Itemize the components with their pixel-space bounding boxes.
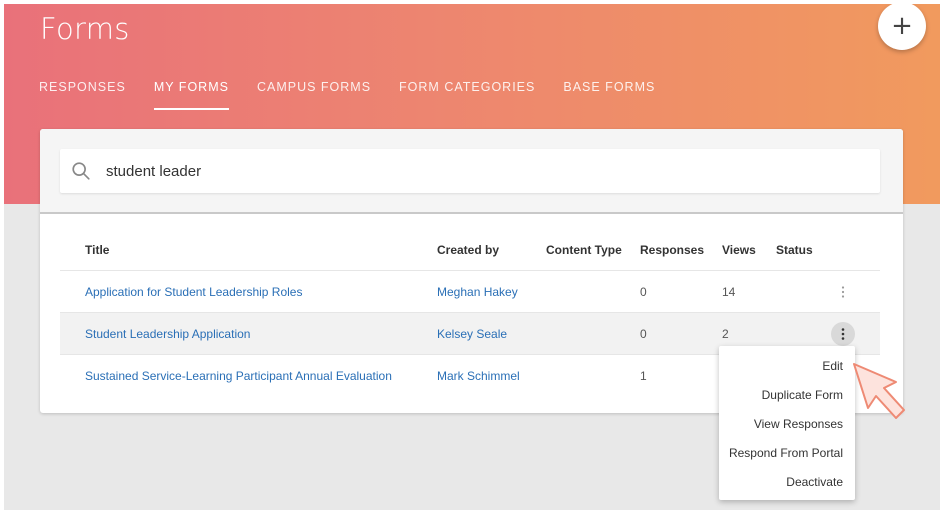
form-title-link[interactable]: Application for Student Leadership Roles: [85, 271, 302, 312]
more-vert-icon: [841, 285, 845, 298]
tab-form-categories[interactable]: FORM CATEGORIES: [399, 80, 535, 110]
creator-link[interactable]: Mark Schimmel: [437, 355, 520, 397]
more-options-button[interactable]: [831, 280, 855, 304]
menu-item-deactivate[interactable]: Deactivate: [719, 467, 855, 496]
tab-bar: RESPONSES MY FORMS CAMPUS FORMS FORM CAT…: [39, 80, 683, 110]
menu-item-view-responses[interactable]: View Responses: [719, 409, 855, 438]
form-title-link[interactable]: Sustained Service-Learning Participant A…: [85, 355, 392, 397]
form-title-link[interactable]: Student Leadership Application: [85, 313, 250, 354]
search-area: [40, 129, 903, 214]
views-count: 14: [722, 284, 736, 299]
search-icon: [72, 162, 90, 180]
pointer-cursor-icon: [853, 363, 905, 419]
table-row: Application for Student Leadership Roles…: [60, 271, 880, 313]
search-box[interactable]: [60, 149, 880, 193]
table-header-row: Title Created by Content Type Responses …: [60, 229, 880, 271]
column-header-views[interactable]: Views: [722, 229, 756, 270]
tab-my-forms[interactable]: MY FORMS: [153, 80, 230, 110]
row-actions: [830, 271, 856, 312]
column-header-content-type[interactable]: Content Type: [546, 229, 622, 270]
tab-campus-forms[interactable]: CAMPUS FORMS: [257, 80, 371, 110]
tab-responses[interactable]: RESPONSES: [39, 80, 126, 110]
more-vert-icon: [841, 327, 845, 340]
responses-count: 0: [640, 326, 647, 341]
search-input[interactable]: [106, 162, 806, 180]
page: Forms + RESPONSES MY FORMS CAMPUS FORMS …: [4, 4, 940, 510]
column-header-responses[interactable]: Responses: [640, 229, 704, 270]
menu-item-duplicate-form[interactable]: Duplicate Form: [719, 380, 855, 409]
page-title: Forms: [40, 12, 130, 46]
responses-count: 0: [640, 284, 647, 299]
add-form-button[interactable]: +: [878, 4, 926, 50]
tab-base-forms[interactable]: BASE FORMS: [563, 80, 655, 110]
responses-count: 1: [640, 369, 647, 383]
row-actions-menu: Edit Duplicate Form View Responses Respo…: [719, 346, 855, 500]
column-header-created-by[interactable]: Created by: [437, 229, 499, 270]
more-options-button[interactable]: [831, 321, 855, 346]
menu-item-respond-from-portal[interactable]: Respond From Portal: [719, 438, 855, 467]
menu-item-edit[interactable]: Edit: [719, 351, 855, 380]
column-header-status[interactable]: Status: [776, 229, 813, 270]
column-header-title[interactable]: Title: [85, 229, 109, 270]
creator-link[interactable]: Meghan Hakey: [437, 271, 518, 312]
plus-icon: +: [891, 11, 913, 41]
creator-link[interactable]: Kelsey Seale: [437, 313, 507, 354]
